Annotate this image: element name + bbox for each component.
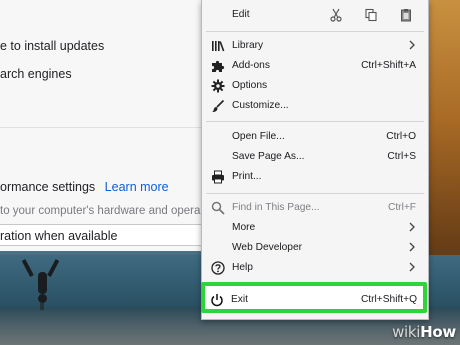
- update-setting-text: e to install updates: [0, 39, 105, 53]
- menu-item-customize[interactable]: Customize...: [202, 96, 428, 116]
- menu-item-label: Options: [232, 80, 268, 91]
- menu-item-label: Library: [232, 40, 264, 51]
- menu-separator: [206, 31, 424, 32]
- printer-icon: [212, 170, 224, 184]
- person-silhouette: [21, 258, 60, 310]
- cut-icon[interactable]: [329, 8, 343, 22]
- menu-item-label: More: [232, 222, 256, 233]
- menu-item-find[interactable]: Find in This Page... Ctrl+F: [202, 198, 428, 218]
- menu-item-save-page-as[interactable]: Save Page As... Ctrl+S: [202, 147, 428, 167]
- menu-item-print[interactable]: Print...: [202, 167, 428, 187]
- menu-item-library[interactable]: Library: [202, 36, 428, 56]
- search-engines-text: arch engines: [0, 67, 72, 81]
- chevron-right-icon: [409, 40, 415, 50]
- menu-item-label: Save Page As...: [232, 151, 305, 162]
- app-menu: Edit Library Add-ons Ctrl+Shift+A Option…: [201, 0, 429, 320]
- paintbrush-icon: [212, 99, 225, 112]
- wikihow-watermark: wikiHow: [392, 323, 456, 341]
- menu-item-label: Print...: [232, 171, 262, 182]
- edit-row: Edit: [202, 0, 428, 30]
- menu-item-shortcut: Ctrl+F: [387, 202, 416, 213]
- search-icon: [211, 201, 225, 215]
- edit-label: Edit: [232, 9, 250, 20]
- hardware-hint-text: to your computer's hardware and opera: [0, 205, 201, 217]
- exit-shortcut: Ctrl+Shift+Q: [360, 294, 417, 305]
- gear-icon: [211, 79, 225, 93]
- menu-item-options[interactable]: Options: [202, 76, 428, 96]
- menu-separator: [206, 193, 424, 194]
- performance-settings-text: ormance settings Learn more: [0, 180, 169, 194]
- menu-item-add-ons[interactable]: Add-ons Ctrl+Shift+A: [202, 56, 428, 76]
- exit-label: Exit: [231, 294, 248, 305]
- menu-item-label: Add-ons: [232, 60, 270, 71]
- menu-item-shortcut: Ctrl+S: [387, 151, 416, 162]
- chevron-right-icon: [409, 262, 415, 272]
- menu-item-web-developer[interactable]: Web Developer: [202, 238, 428, 258]
- menu-item-label: Help: [232, 262, 253, 273]
- help-icon: [211, 261, 225, 275]
- power-icon: [211, 294, 223, 307]
- copy-icon[interactable]: [364, 8, 378, 22]
- library-icon: [212, 41, 225, 52]
- menu-item-shortcut: Ctrl+O: [386, 131, 416, 142]
- paste-icon[interactable]: [399, 8, 413, 22]
- menu-separator: [206, 121, 424, 122]
- puzzle-icon: [212, 60, 225, 72]
- menu-item-exit[interactable]: Exit Ctrl+Shift+Q: [201, 282, 427, 313]
- chevron-right-icon: [409, 222, 415, 232]
- menu-item-help[interactable]: Help: [202, 258, 428, 278]
- menu-item-label: Web Developer: [232, 242, 303, 253]
- menu-item-open-file[interactable]: Open File... Ctrl+O: [202, 127, 428, 147]
- chevron-right-icon: [409, 242, 415, 252]
- menu-item-label: Open File...: [232, 131, 285, 142]
- menu-item-shortcut: Ctrl+Shift+A: [361, 60, 416, 71]
- menu-item-label: Customize...: [232, 100, 289, 111]
- menu-item-label: Find in This Page...: [232, 202, 320, 213]
- hardware-acceleration-label: ration when available: [0, 229, 118, 243]
- menu-item-more[interactable]: More: [202, 218, 428, 238]
- learn-more-link[interactable]: Learn more: [105, 180, 169, 194]
